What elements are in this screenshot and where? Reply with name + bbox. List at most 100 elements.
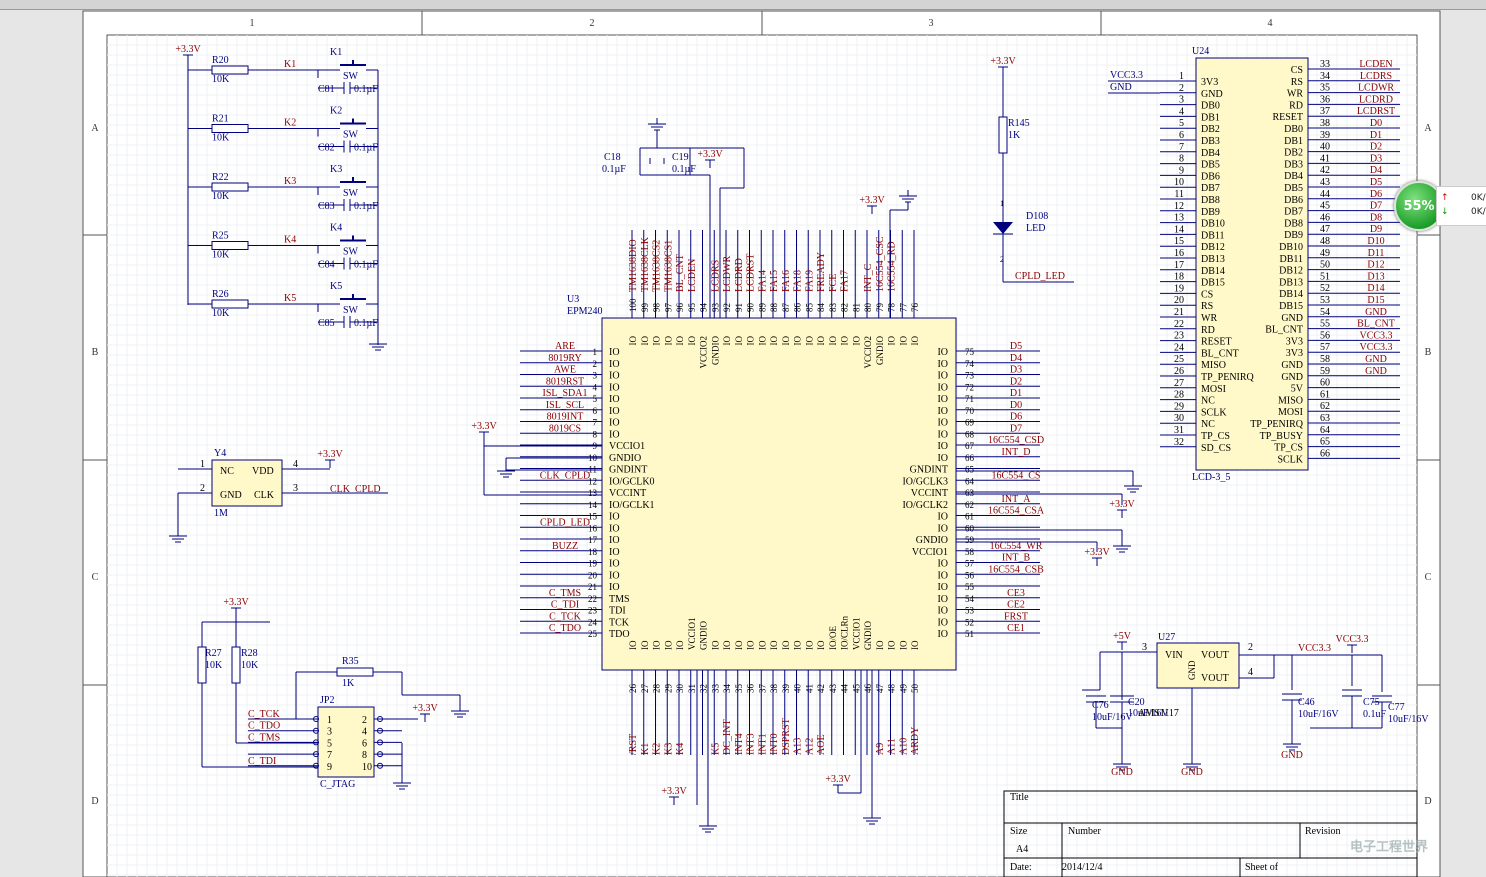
switch-label: SW (343, 305, 359, 316)
sheet-row-label: D (1424, 796, 1431, 807)
pin-name: 3V3 (1286, 336, 1303, 347)
net-label: LCDEN (1359, 59, 1392, 70)
pin-number: 1 (593, 347, 598, 357)
pin-name: BL_CNT (1265, 325, 1303, 336)
pin-number: 61 (1320, 389, 1330, 400)
pin-number: 3 (593, 371, 598, 381)
resistor (336, 667, 374, 677)
pin-number: 55 (965, 582, 975, 592)
net-label: ISL_SCL (546, 400, 584, 411)
pin-name: RESET (1201, 337, 1232, 348)
pin-number: 36 (1320, 94, 1330, 105)
net-label: 16C554_CS (992, 470, 1041, 481)
sheet-row-label: B (1425, 347, 1432, 358)
net-label: CE1 (1007, 623, 1025, 634)
pin-number: 64 (965, 476, 975, 486)
pin-number: 6 (1179, 130, 1184, 141)
pin-name: TP_PENIRQ (1250, 419, 1304, 430)
pin-name: DB7 (1284, 207, 1303, 218)
sheet-label: Sheet of (1245, 862, 1279, 873)
pin-name: IO (781, 336, 791, 346)
pin-name: IO (887, 336, 897, 346)
pin-number: 42 (816, 684, 826, 693)
pin-number: 24 (1174, 342, 1184, 353)
net-label: GND (1365, 366, 1387, 377)
cap-ref: C83 (318, 201, 335, 212)
pin-name: 5V (1291, 384, 1304, 395)
pin-number: 30 (675, 684, 685, 694)
net-label: VCC3.3 (1359, 342, 1392, 353)
pin-name: IO/GCLK1 (609, 500, 655, 511)
net-label: ISL_SDA1 (542, 388, 587, 399)
date-label: Date: (1010, 862, 1032, 873)
pin-number: 21 (588, 582, 597, 592)
pin-number: 37 (757, 684, 767, 694)
pin-number: 77 (898, 303, 908, 313)
pin-name: DB11 (1279, 254, 1303, 265)
pin-name: DB4 (1201, 148, 1220, 159)
power-label: GND (1111, 767, 1133, 778)
resistor-value: 1K (342, 678, 355, 689)
watermark-logo: 电子工程世界 (1350, 840, 1429, 855)
pin-number: 49 (898, 684, 908, 694)
net-label: LCDWR (722, 256, 733, 292)
pin-number: 39 (1320, 130, 1330, 141)
cap-ref: C46 (1298, 697, 1315, 708)
pin-name: IO (828, 336, 838, 346)
pin-number: 14 (588, 500, 598, 510)
net-label: K3 (284, 176, 296, 187)
download-arrow-icon: ↓ (1441, 207, 1449, 217)
pin-number: 2 (593, 359, 598, 369)
pin-name: DB8 (1284, 218, 1303, 229)
sheet-column-label: 2 (590, 18, 595, 29)
pin-number: 84 (816, 303, 826, 313)
pin-number: 40 (1320, 142, 1330, 153)
pin-name: NC (1201, 419, 1215, 430)
pin-name: IO (937, 559, 948, 570)
pin-name: IO (804, 640, 814, 650)
pin-name: TP_CS (1274, 443, 1303, 454)
cpld-body (601, 317, 957, 671)
pin-number: 68 (965, 429, 975, 439)
revision-label: Revision (1305, 826, 1341, 837)
pin-name: VCCINT (609, 488, 646, 499)
pin-name: DB10 (1279, 242, 1303, 253)
net-label: D4 (1370, 165, 1382, 176)
pin-name: IO (816, 336, 826, 346)
pin-name: IO/GCLK2 (902, 500, 948, 511)
pin-number: 28 (652, 684, 662, 694)
pin-name: TCK (609, 617, 630, 628)
net-label: K5 (710, 743, 721, 755)
pin-number: 27 (1174, 378, 1184, 389)
pin-name: VCCIO1 (609, 441, 645, 452)
pin-number: 87 (781, 303, 791, 313)
pin-number: 45 (851, 684, 861, 694)
pin-name: DB0 (1201, 101, 1220, 112)
pin-number: 99 (640, 303, 650, 313)
resistor-value: 10K (205, 660, 223, 671)
pin-number: 47 (875, 684, 885, 694)
net-label: DSPRST (781, 718, 792, 755)
pin-name: IO (937, 594, 948, 605)
net-label: FA17 (840, 270, 851, 292)
pin-name: IO (840, 336, 850, 346)
resistor (211, 124, 249, 133)
pin-name: IO/GCLK0 (609, 476, 655, 487)
pin-number: 81 (851, 303, 861, 312)
pin-name: TDI (609, 606, 626, 617)
cap-ref: C19 (672, 152, 689, 163)
pin-name: IO (937, 441, 948, 452)
resistor-ref: R21 (212, 114, 229, 125)
pin-number: 15 (1174, 236, 1184, 247)
pin-number: 32 (1174, 437, 1184, 448)
net-label: K4 (675, 743, 686, 755)
pin-number: 33 (710, 684, 720, 694)
cap-ref: C85 (318, 318, 335, 329)
pin-number: 34 (722, 684, 732, 694)
pin-name: TP_CS (1201, 431, 1230, 442)
power-label: +3.3V (825, 774, 851, 785)
pin-number: 72 (965, 382, 974, 392)
net-label: C_TMS (248, 732, 280, 743)
pin-number: 27 (640, 684, 650, 694)
pin-name: IO (769, 336, 779, 346)
